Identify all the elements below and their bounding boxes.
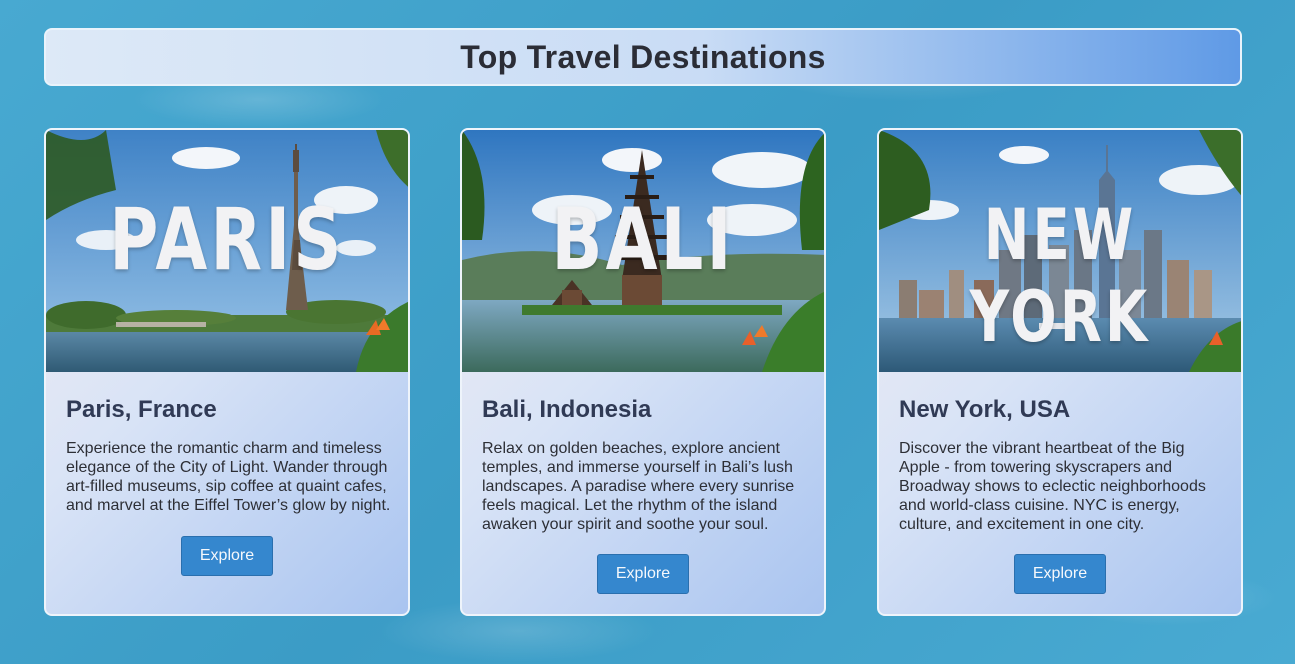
destination-card-bali: BALI Bali, Indonesia Relax on golden bea… (460, 128, 826, 616)
new-york-photo-word: NEW YORK (969, 194, 1151, 358)
page-header: Top Travel Destinations (44, 28, 1242, 86)
card-title: Paris, France (66, 396, 217, 423)
page-title: Top Travel Destinations (460, 38, 826, 75)
bali-photo: BALI (462, 130, 824, 372)
explore-new-york-button[interactable]: Explore (1014, 554, 1106, 594)
card-description: Relax on golden beaches, explore ancient… (482, 440, 795, 533)
destination-card-paris: PARIS Paris, France Experience the roman… (44, 128, 410, 616)
explore-paris-button[interactable]: Explore (181, 536, 273, 576)
card-description: Experience the romantic charm and timele… (66, 440, 391, 514)
bali-photo-word: BALI (551, 190, 735, 290)
paris-photo: PARIS (46, 130, 408, 372)
destination-card-new-york: NEW YORK New York, USA Discover the vibr… (877, 128, 1243, 616)
paris-photo-word: PARIS (109, 190, 345, 290)
card-title: Bali, Indonesia (482, 396, 652, 423)
card-description: Discover the vibrant heartbeat of the Bi… (899, 440, 1206, 533)
new-york-photo: NEW YORK (879, 130, 1241, 372)
explore-bali-button[interactable]: Explore (597, 554, 689, 594)
card-title: New York, USA (899, 396, 1071, 423)
